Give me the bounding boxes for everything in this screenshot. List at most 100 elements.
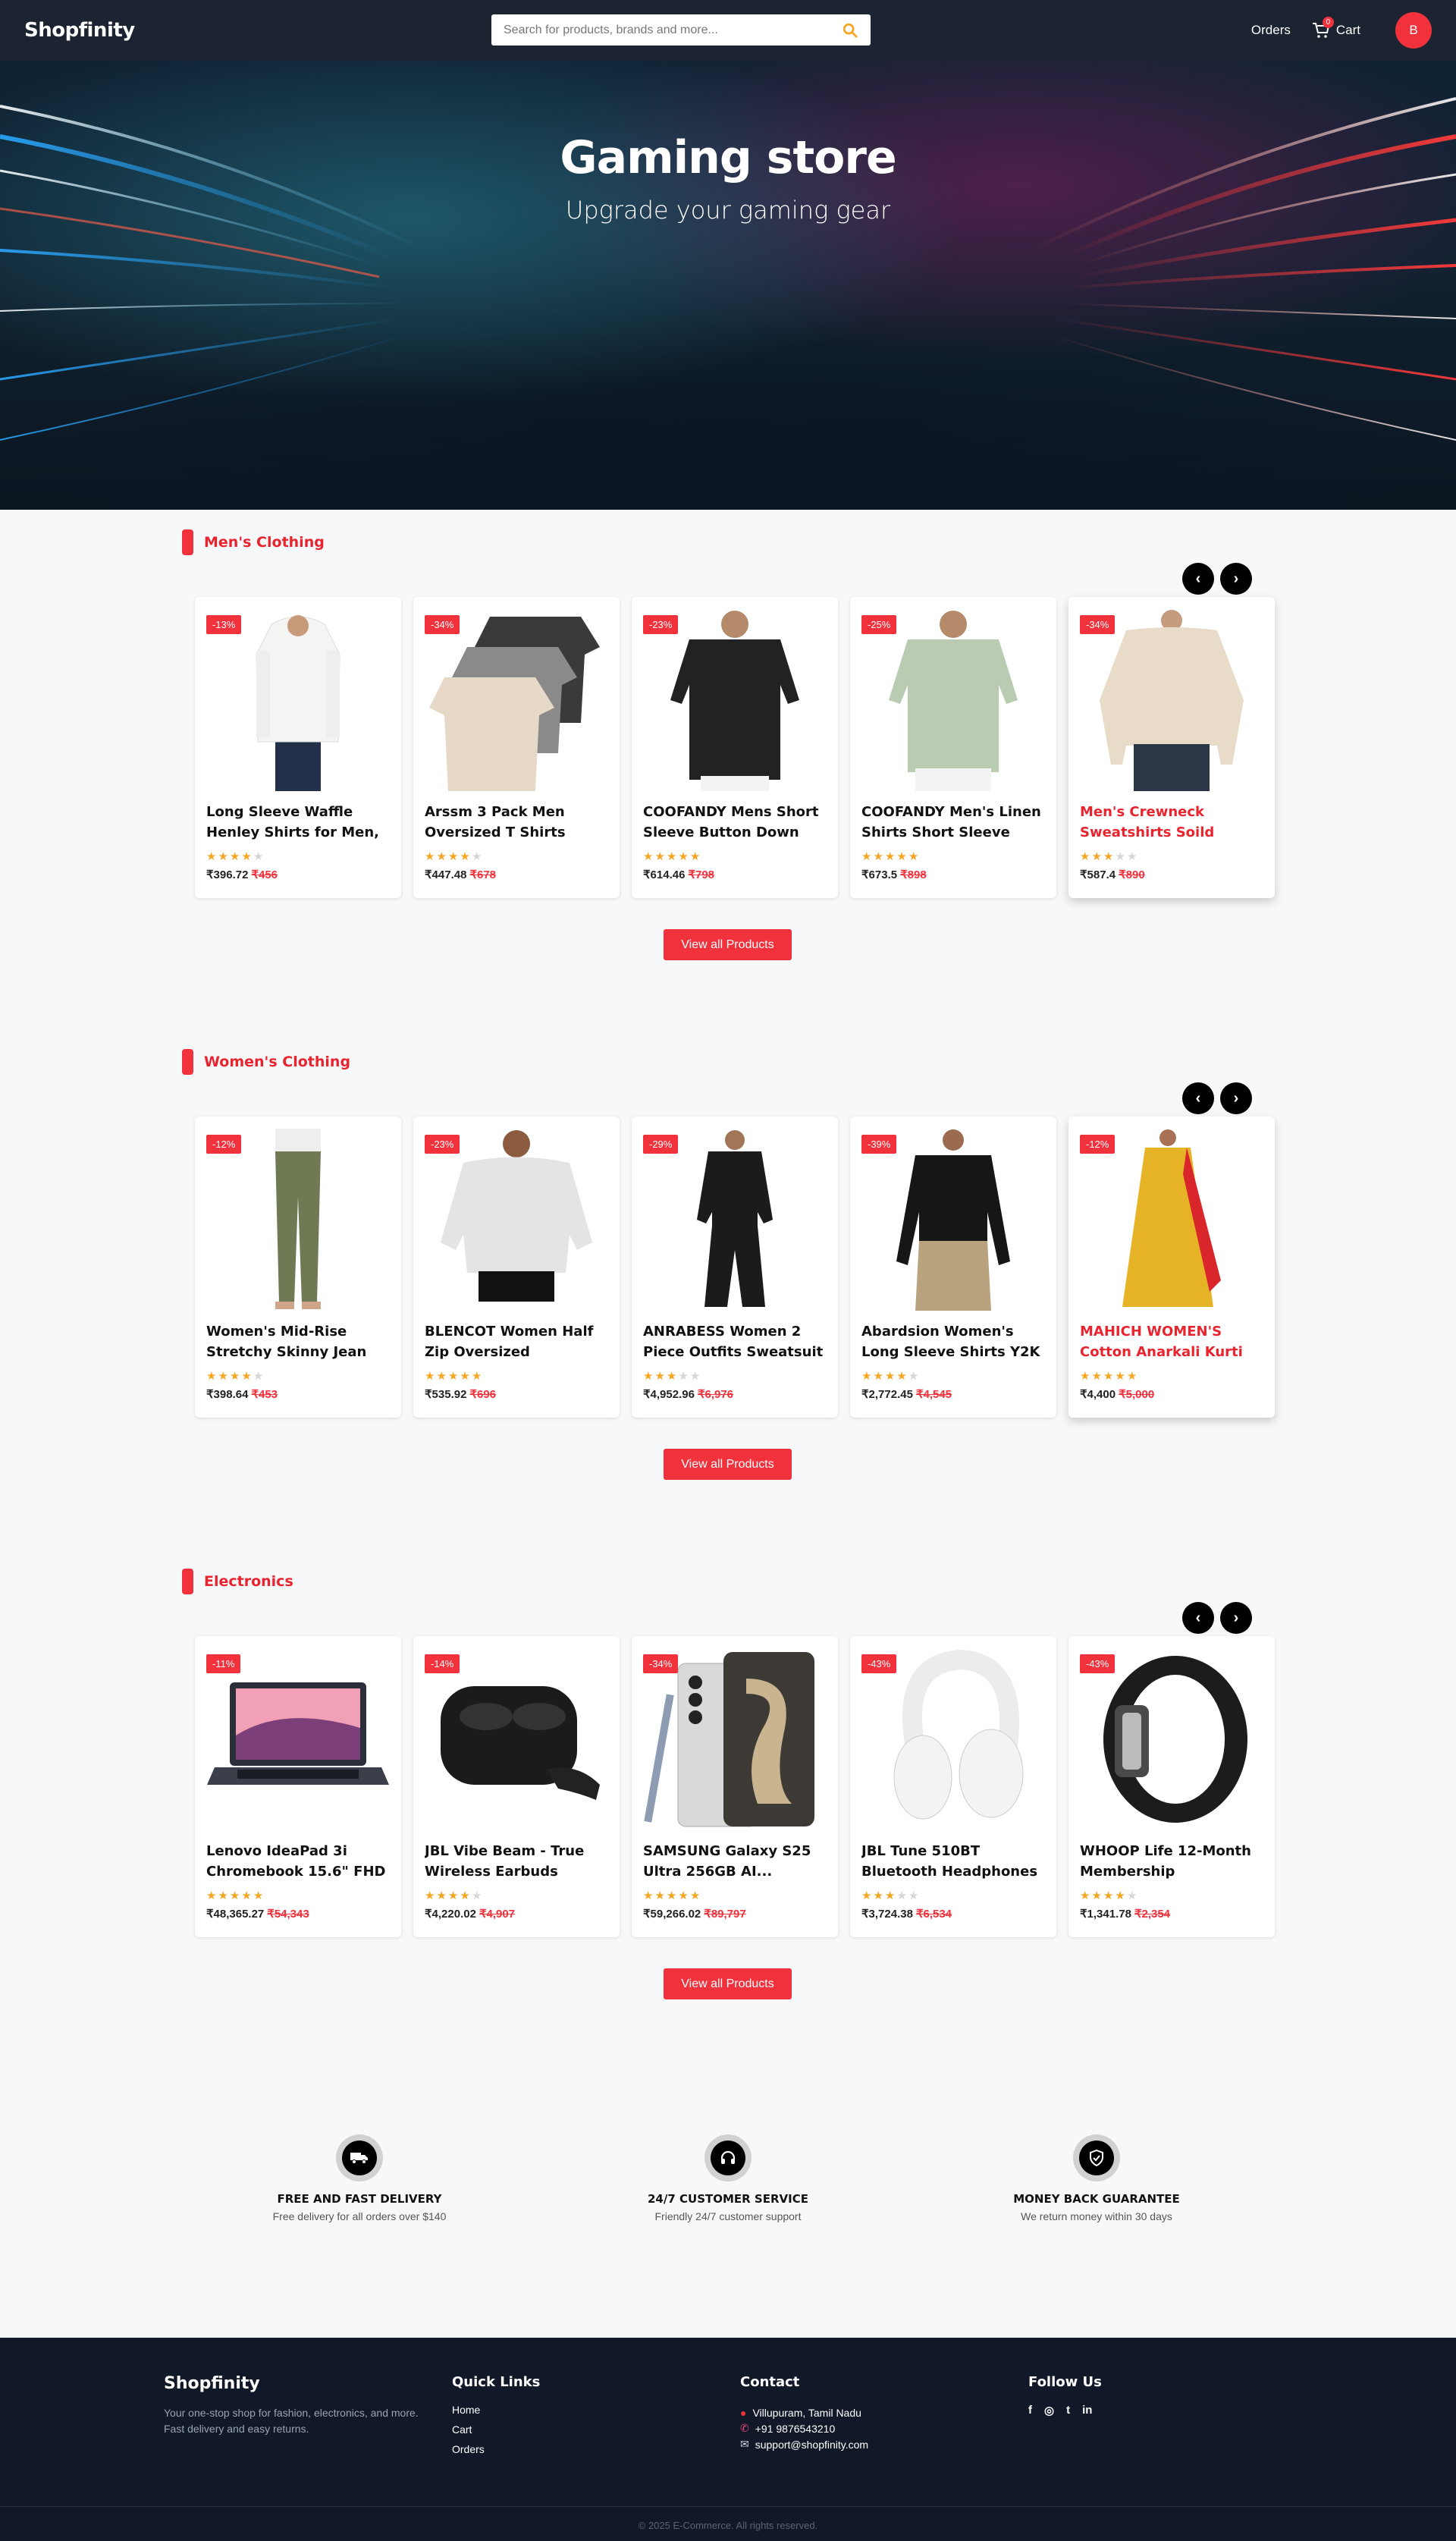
product-card[interactable]: -43% WHOOP Life 12-Month Membership ★★★★… xyxy=(1068,1636,1275,1937)
product-name[interactable]: ANRABESS Women 2 Piece Outfits Sweatsuit xyxy=(643,1321,829,1362)
discount-badge: -43% xyxy=(861,1654,897,1673)
product-name[interactable]: Men's Crewneck Sweatshirts Soild Color..… xyxy=(1080,802,1266,843)
email-text[interactable]: support@shopfinity.com xyxy=(755,2439,868,2451)
product-price: ₹447.48 ₹678 xyxy=(425,868,496,881)
product-name[interactable]: MAHICH WOMEN'S Cotton Anarkali Kurti Set xyxy=(1080,1321,1266,1362)
product-image[interactable] xyxy=(643,608,827,792)
carousel-prev-button[interactable]: ‹ xyxy=(1182,1602,1214,1634)
cart-link[interactable]: 0 Cart xyxy=(1312,17,1360,39)
search-bar[interactable]: Search for products, brands and more... xyxy=(491,14,871,46)
facebook-icon[interactable]: f xyxy=(1028,2404,1032,2417)
product-image[interactable] xyxy=(206,608,390,792)
product-card[interactable]: -23% BLENCOT Women Half Zip Oversized Sw… xyxy=(413,1117,620,1418)
star-icon: ★ xyxy=(908,850,921,863)
product-section: Women's Clothing ‹ › -12% Women's Mid-Ri… xyxy=(0,1029,1456,1549)
star-icon: ★ xyxy=(884,1889,897,1902)
footer-link-cart[interactable]: Cart xyxy=(452,2423,540,2436)
product-card[interactable]: -25% COOFANDY Men's Linen Shirts Short S… xyxy=(850,597,1056,898)
footer-brand: Shopfinity xyxy=(164,2374,260,2393)
discount-badge: -12% xyxy=(206,1135,242,1154)
carousel-next-button[interactable]: › xyxy=(1220,563,1252,595)
product-card[interactable]: -12% Women's Mid-Rise Stretchy Skinny Je… xyxy=(195,1117,401,1418)
product-name[interactable]: SAMSUNG Galaxy S25 Ultra 256GB AI... xyxy=(643,1841,829,1882)
section-header: Electronics xyxy=(182,1569,293,1594)
carousel-next-button[interactable]: › xyxy=(1220,1082,1252,1114)
product-name[interactable]: COOFANDY Men's Linen Shirts Short Sleeve… xyxy=(861,802,1047,843)
product-card[interactable]: -11% Lenovo IdeaPad 3i Chromebook 15.6" … xyxy=(195,1636,401,1937)
product-image[interactable] xyxy=(206,1128,390,1311)
product-name[interactable]: WHOOP Life 12-Month Membership xyxy=(1080,1841,1266,1882)
product-name[interactable]: Arssm 3 Pack Men Oversized T Shirts Vint… xyxy=(425,802,610,843)
original-price: ₹6,534 xyxy=(915,1908,952,1921)
product-card[interactable]: -34% Arssm 3 Pack Men Oversized T Shirts… xyxy=(413,597,620,898)
star-icon: ★ xyxy=(643,1889,655,1902)
product-image[interactable] xyxy=(1080,1647,1263,1831)
orders-link[interactable]: Orders xyxy=(1251,23,1291,38)
current-price: ₹673.5 xyxy=(861,868,898,881)
product-image[interactable] xyxy=(425,608,608,792)
current-price: ₹4,400 xyxy=(1080,1388,1116,1401)
product-card[interactable]: -39% Abardsion Women's Long Sleeve Shirt… xyxy=(850,1117,1056,1418)
product-name[interactable]: Women's Mid-Rise Stretchy Skinny Jean xyxy=(206,1321,392,1362)
product-card[interactable]: -34% SAMSUNG Galaxy S25 Ultra 256GB AI..… xyxy=(632,1636,838,1937)
star-icon: ★ xyxy=(1103,850,1116,863)
product-card[interactable]: -34% Men's Crewneck Sweatshirts Soild Co… xyxy=(1068,597,1275,898)
star-icon: ★ xyxy=(471,1889,484,1902)
product-image[interactable] xyxy=(861,1647,1045,1831)
product-image[interactable] xyxy=(425,1647,608,1831)
view-all-products-button[interactable]: View all Products xyxy=(664,929,792,960)
view-all-products-button[interactable]: View all Products xyxy=(664,1449,792,1480)
product-card[interactable]: -29% ANRABESS Women 2 Piece Outfits Swea… xyxy=(632,1117,838,1418)
carousel-next-button[interactable]: › xyxy=(1220,1602,1252,1634)
instagram-icon[interactable]: ◎ xyxy=(1044,2404,1054,2417)
product-name[interactable]: Lenovo IdeaPad 3i Chromebook 15.6" FHD xyxy=(206,1841,392,1882)
original-price: ₹4,545 xyxy=(915,1388,952,1401)
search-icon[interactable] xyxy=(842,22,858,39)
product-name[interactable]: JBL Vibe Beam - True Wireless Earbuds xyxy=(425,1841,610,1882)
contact-title: Contact xyxy=(740,2374,800,2390)
brand-logo[interactable]: Shopfinity xyxy=(24,19,135,42)
product-image[interactable] xyxy=(861,1128,1045,1311)
product-card[interactable]: -12% MAHICH WOMEN'S Cotton Anarkali Kurt… xyxy=(1068,1117,1275,1418)
carousel-controls: ‹ › xyxy=(1182,563,1252,595)
product-card[interactable]: -13% Long Sleeve Waffle Henley Shirts fo… xyxy=(195,597,401,898)
product-name[interactable]: COOFANDY Mens Short Sleeve Button Down S… xyxy=(643,802,829,843)
rating-stars: ★★★★★ xyxy=(861,850,920,863)
footer-link-orders[interactable]: Orders xyxy=(452,2443,540,2455)
star-icon: ★ xyxy=(873,850,885,863)
product-name[interactable]: BLENCOT Women Half Zip Oversized Sweatsh… xyxy=(425,1321,610,1362)
product-image[interactable] xyxy=(861,608,1045,792)
user-avatar[interactable]: B xyxy=(1395,12,1432,49)
chevron-left-icon: ‹ xyxy=(1195,570,1201,587)
star-icon: ★ xyxy=(206,1370,218,1383)
footer-link-home[interactable]: Home xyxy=(452,2404,540,2416)
search-input[interactable]: Search for products, brands and more... xyxy=(504,24,842,37)
view-all-products-button[interactable]: View all Products xyxy=(664,1968,792,1999)
star-icon: ★ xyxy=(896,1889,908,1902)
product-card[interactable]: -23% COOFANDY Mens Short Sleeve Button D… xyxy=(632,597,838,898)
product-image[interactable] xyxy=(1080,608,1263,792)
star-icon: ★ xyxy=(654,1889,667,1902)
product-image[interactable] xyxy=(206,1647,390,1831)
product-name[interactable]: Abardsion Women's Long Sleeve Shirts Y2K xyxy=(861,1321,1047,1362)
product-name[interactable]: JBL Tune 510BT Bluetooth Headphones xyxy=(861,1841,1047,1882)
product-image[interactable] xyxy=(643,1128,827,1311)
product-image[interactable] xyxy=(1080,1128,1263,1311)
twitter-icon[interactable]: t xyxy=(1066,2404,1070,2417)
linkedin-icon[interactable]: in xyxy=(1082,2404,1092,2417)
product-card[interactable]: -43% JBL Tune 510BT Bluetooth Headphones… xyxy=(850,1636,1056,1937)
product-price: ₹4,952.96 ₹6,976 xyxy=(643,1387,733,1401)
nav-actions: Orders 0 Cart B xyxy=(1251,0,1432,61)
carousel-prev-button[interactable]: ‹ xyxy=(1182,563,1214,595)
site-footer: Shopfinity Your one-stop shop for fashio… xyxy=(0,2338,1456,2541)
star-icon: ★ xyxy=(908,1370,921,1383)
follow-title: Follow Us xyxy=(1028,2374,1102,2390)
current-price: ₹614.46 xyxy=(643,868,686,881)
carousel-controls: ‹ › xyxy=(1182,1602,1252,1634)
product-image[interactable] xyxy=(643,1647,827,1831)
feature-guarantee: MONEY BACK GUARANTEE We return money wit… xyxy=(945,2134,1248,2222)
product-image[interactable] xyxy=(425,1128,608,1311)
product-name[interactable]: Long Sleeve Waffle Henley Shirts for Men… xyxy=(206,802,392,843)
product-card[interactable]: -14% JBL Vibe Beam - True Wireless Earbu… xyxy=(413,1636,620,1937)
carousel-prev-button[interactable]: ‹ xyxy=(1182,1082,1214,1114)
